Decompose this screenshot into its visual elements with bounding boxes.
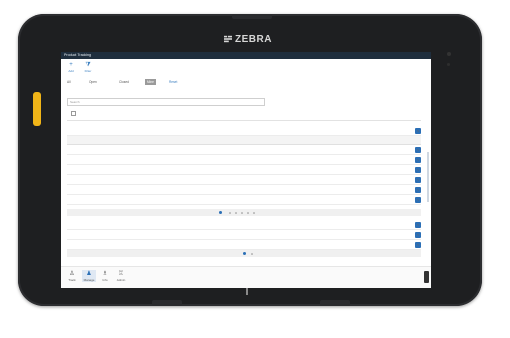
app-title-bar: Product Tracking <box>61 52 431 59</box>
edit-icon[interactable]: ✎ <box>415 157 421 163</box>
nav-manage-label: Manage <box>83 278 95 282</box>
table-row[interactable]: ✎ <box>67 240 421 250</box>
light-sensor <box>447 63 450 66</box>
chip-mine[interactable]: Mine <box>145 79 156 85</box>
side-action-button[interactable] <box>424 271 429 283</box>
table-row[interactable]: ✎ <box>67 220 421 230</box>
page-indicator-active[interactable] <box>219 211 222 214</box>
filter-icon: ⧩ <box>85 62 91 68</box>
nav-manage[interactable]: ♟ Manage <box>82 270 96 282</box>
app-screen: Product Tracking + Add ⧩ Filter All Open… <box>61 52 431 288</box>
admin-icon: ♖ <box>118 271 124 277</box>
plus-icon: + <box>69 62 73 68</box>
nav-track[interactable]: ♙ Track <box>65 270 79 282</box>
sub-table-row[interactable]: ✎ <box>67 185 421 195</box>
table-header <box>67 108 421 121</box>
edit-icon[interactable]: ✎ <box>415 197 421 203</box>
brand-logo: ZEBRA <box>224 34 272 45</box>
edit-icon[interactable]: ✎ <box>415 222 421 228</box>
brand-name: ZEBRA <box>235 34 272 45</box>
table-row[interactable]: ✎ <box>67 230 421 240</box>
home-indicator <box>246 288 248 295</box>
sub-table-pager <box>67 209 421 216</box>
tracking-icon: ♙ <box>69 271 75 277</box>
lower-table: ✎ ✎ ✎ <box>67 220 421 250</box>
sub-table-scrollbar[interactable] <box>427 152 429 202</box>
scan-trigger-button[interactable] <box>33 92 41 126</box>
tablet-top-edge <box>232 14 272 19</box>
sub-table-header <box>67 136 421 145</box>
filter-button[interactable]: ⧩ Filter <box>81 62 95 73</box>
sub-table-row[interactable]: ✎ <box>67 175 421 185</box>
tablet-foot-right <box>320 300 350 306</box>
chip-reset[interactable]: Reset <box>167 79 179 85</box>
sub-table-row[interactable]: ✎ <box>67 195 421 205</box>
page-indicator-active[interactable] <box>243 252 246 255</box>
info-icon: ♗ <box>102 271 108 277</box>
edit-icon[interactable]: ✎ <box>415 232 421 238</box>
nav-track-label: Track <box>68 278 76 282</box>
add-label: Add <box>68 69 74 73</box>
sub-table-row[interactable]: ✎ <box>67 165 421 175</box>
search-input[interactable]: Search <box>67 98 265 106</box>
edit-icon[interactable]: ✎ <box>415 177 421 183</box>
chip-closed[interactable]: Closed <box>117 79 131 85</box>
main-table: ✎ <box>67 126 421 136</box>
zebra-logo-icon <box>224 35 232 43</box>
tablet-foot-left <box>152 300 182 306</box>
filter-label: Filter <box>84 69 92 73</box>
edit-icon[interactable]: ✎ <box>415 167 421 173</box>
bottom-navigation: ♙ Track ♟ Manage ♗ Info ♖ Admin <box>61 266 431 288</box>
table-row[interactable]: ✎ <box>67 126 421 136</box>
edit-icon[interactable]: ✎ <box>415 187 421 193</box>
table-pager <box>67 250 421 257</box>
user-icon: ♟ <box>86 271 92 277</box>
app-title: Product Tracking <box>64 53 91 57</box>
chip-all[interactable]: All <box>65 79 73 85</box>
edit-icon[interactable]: ✎ <box>415 147 421 153</box>
chip-open[interactable]: Open <box>87 79 99 85</box>
filter-chips: All Open Closed Mine Reset <box>61 76 431 89</box>
edit-icon[interactable]: ✎ <box>415 242 421 248</box>
sub-table-row[interactable]: ✎ <box>67 155 421 165</box>
toolbar: + Add ⧩ Filter <box>61 59 431 76</box>
nav-info-label: Info <box>102 278 108 282</box>
nav-admin-label: Admin <box>116 278 126 282</box>
add-button[interactable]: + Add <box>64 62 78 73</box>
nav-admin[interactable]: ♖ Admin <box>114 270 128 282</box>
camera-lens <box>447 52 451 56</box>
nav-info[interactable]: ♗ Info <box>98 270 112 282</box>
sub-table-row[interactable]: ✎ <box>67 145 421 155</box>
sub-table: ✎ ✎ ✎ ✎ ✎ ✎ <box>67 136 421 205</box>
edit-icon[interactable]: ✎ <box>415 128 421 134</box>
